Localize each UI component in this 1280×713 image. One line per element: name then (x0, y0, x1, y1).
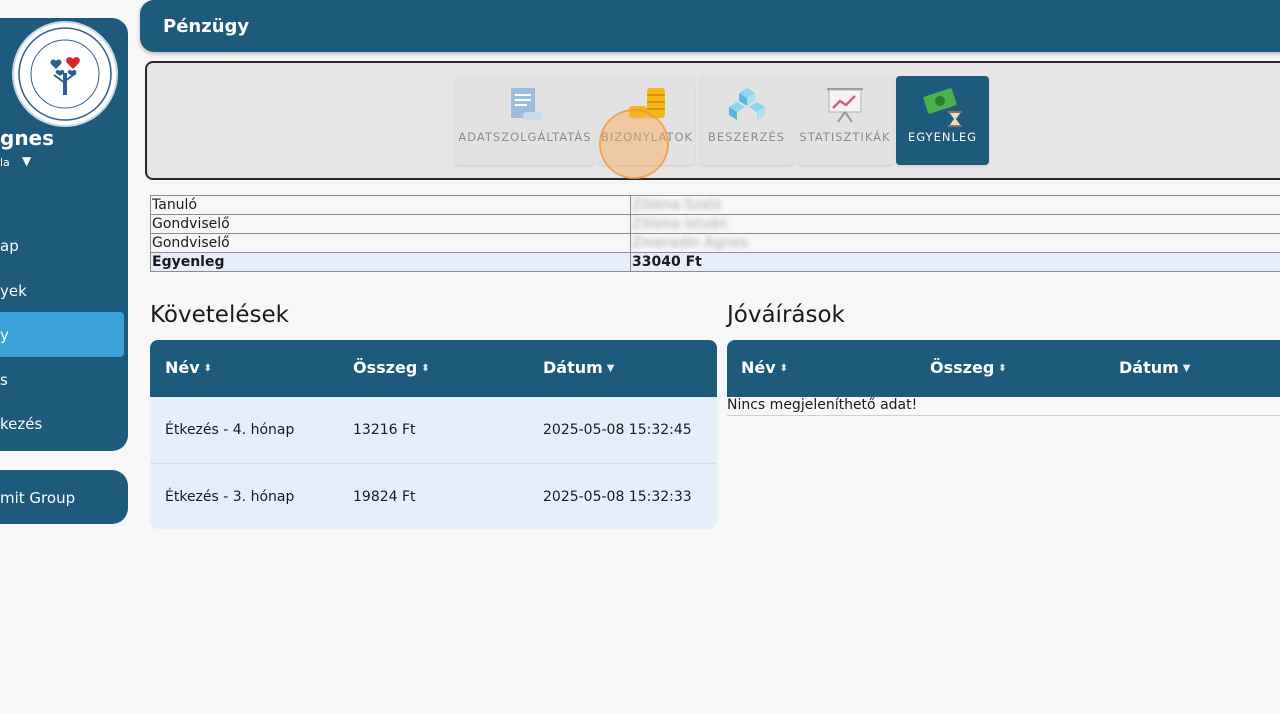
sidebar-item-1[interactable]: ap (0, 237, 19, 255)
info-value: Zölena Szalo (630, 195, 1280, 215)
sort-icon: ⬍ (203, 363, 213, 374)
top-header-bar (140, 0, 1280, 52)
group-link[interactable]: mit Group (0, 489, 75, 507)
cell-osszeg: 13216 Ft (353, 422, 416, 438)
balance-key: Egyenleg (150, 252, 631, 272)
column-header-osszeg[interactable]: Összeg ⬍ (353, 358, 430, 377)
cubes-icon (725, 84, 769, 128)
sort-icon: ⬍ (421, 363, 430, 374)
sort-icon: ⬍ (779, 363, 789, 374)
toolbar-label: ADATSZOLGÁLTATÁS (458, 130, 592, 144)
info-row: Tanuló Zölena Szalo (150, 195, 1280, 215)
sidebar-item-2[interactable]: yek (0, 282, 27, 300)
toolbar-button-adatszolgaltatas[interactable]: ADATSZOLGÁLTATÁS (455, 76, 595, 165)
click-indicator (599, 109, 669, 179)
cell-datum: 2025-05-08 15:32:33 (543, 489, 692, 505)
caret-down-icon[interactable]: ▼ (22, 154, 31, 168)
column-header-datum[interactable]: Dátum ▼ (1119, 358, 1191, 377)
column-header-nev[interactable]: Név ⬍ (165, 358, 212, 377)
chevron-down-icon: ▼ (606, 363, 615, 374)
balance-value: 33040 Ft (630, 252, 1280, 272)
cell-osszeg: 19824 Ft (353, 489, 416, 505)
cell-nev: Étkezés - 3. hónap (165, 489, 295, 505)
page-title: Pénzügy (163, 16, 250, 37)
section-title-jovairasok: Jóváírások (727, 302, 845, 328)
section-title-kovetelesek: Követelések (150, 302, 289, 328)
empty-message: Nincs megjeleníthető adat! (727, 397, 1280, 416)
toolbar-label: EGYENLEG (907, 130, 978, 144)
toolbar-button-statisztikak[interactable]: STATISZTIKÁK (797, 76, 893, 165)
chevron-down-icon: ▼ (1182, 363, 1191, 374)
toolbar-button-egyenleg[interactable]: EGYENLEG (896, 76, 989, 165)
user-role: la (0, 156, 10, 169)
table-row[interactable]: Étkezés - 3. hónap 19824 Ft 2025-05-08 1… (150, 464, 717, 529)
sort-icon: ⬍ (998, 363, 1007, 374)
toolbar-button-beszerzes[interactable]: BESZERZÉS (700, 76, 793, 165)
info-key: Tanuló (150, 195, 631, 215)
school-logo (12, 21, 118, 127)
info-row: Gondviselő Zölena István (150, 214, 1280, 234)
table-header: Név ⬍ Összeg ⬍ Dátum ▼ (150, 340, 717, 397)
info-value: Zmeradin Ágnes (630, 233, 1280, 253)
sidebar-item-etkezes[interactable]: kezés (0, 415, 42, 433)
toolbar-label: BESZERZÉS (707, 130, 786, 144)
kovetelesek-table: Név ⬍ Összeg ⬍ Dátum ▼ Étkezés - 4. hónap 1… (150, 340, 717, 529)
jovairasok-table: Név ⬍ Összeg ⬍ Dátum ▼ Nincs megjeleníthető… (727, 340, 1280, 416)
toolbar-label: STATISZTIKÁK (799, 130, 891, 144)
sidebar-active-highlight (0, 312, 124, 357)
column-header-osszeg[interactable]: Összeg ⬍ (930, 358, 1007, 377)
money-hourglass-icon (919, 84, 967, 132)
info-row: Gondviselő Zmeradin Ágnes (150, 233, 1280, 253)
user-name: gnes (0, 126, 55, 150)
column-header-nev[interactable]: Név ⬍ (741, 358, 788, 377)
info-key: Gondviselő (150, 214, 631, 234)
table-header: Név ⬍ Összeg ⬍ Dátum ▼ (727, 340, 1280, 397)
receipt-icon (503, 84, 547, 128)
student-info-table: Tanuló Zölena Szalo Gondviselő Zölena Is… (150, 195, 1280, 272)
cell-nev: Étkezés - 4. hónap (165, 422, 295, 438)
sidebar-item-penzugy[interactable]: y (0, 326, 9, 344)
column-header-datum[interactable]: Dátum ▼ (543, 358, 615, 377)
balance-row: Egyenleg 33040 Ft (150, 252, 1280, 272)
presentation-chart-icon (823, 84, 867, 128)
info-value: Zölena István (630, 214, 1280, 234)
table-row[interactable]: Étkezés - 4. hónap 13216 Ft 2025-05-08 1… (150, 397, 717, 464)
sidebar-item-4[interactable]: s (0, 371, 8, 389)
cell-datum: 2025-05-08 15:32:45 (543, 422, 692, 438)
info-key: Gondviselő (150, 233, 631, 253)
